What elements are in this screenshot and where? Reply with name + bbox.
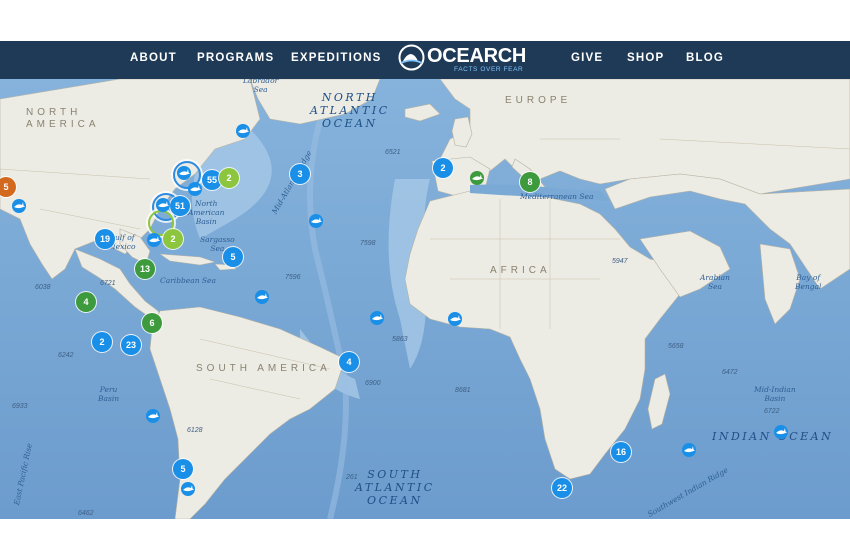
label-caribbean-sea: Caribbean Sea	[160, 276, 216, 285]
cluster-marker[interactable]: 51	[170, 196, 190, 216]
label-indian-ocean: INDIAN OCEAN	[712, 430, 834, 443]
depth-label: 6038	[35, 284, 51, 291]
cluster-marker[interactable]: 3	[290, 164, 310, 184]
label-na-basin: North American Basin	[188, 199, 225, 226]
nav-shop[interactable]: SHOP	[627, 52, 664, 64]
label-africa: AFRICA	[490, 265, 551, 276]
label-mediterranean: Mediterranean Sea	[520, 192, 594, 201]
cluster-marker[interactable]: 13	[135, 259, 155, 279]
depth-label: 6521	[385, 149, 401, 156]
shark-marker-icon[interactable]	[236, 124, 250, 138]
cluster-marker[interactable]: 4	[76, 292, 96, 312]
depth-label: 7598	[360, 240, 376, 247]
nav-blog[interactable]: BLOG	[686, 52, 724, 64]
cluster-marker[interactable]: 2	[163, 229, 183, 249]
label-north-america: NORTH AMERICA	[26, 107, 100, 130]
depth-label: 6242	[58, 352, 74, 359]
label-south-america: SOUTH AMERICA	[196, 363, 331, 374]
shark-fin-logo-icon	[398, 44, 425, 71]
nav-expeditions[interactable]: EXPEDITIONS	[291, 52, 382, 64]
depth-label: 6900	[365, 380, 381, 387]
shark-marker-icon[interactable]	[12, 199, 26, 213]
shark-marker-icon[interactable]	[470, 171, 484, 185]
depth-label: 7596	[285, 274, 301, 281]
nav-programs[interactable]: PROGRAMS	[197, 52, 274, 64]
shark-marker-icon[interactable]	[309, 214, 323, 228]
shark-marker-icon[interactable]	[370, 311, 384, 325]
nav-give[interactable]: GIVE	[571, 52, 603, 64]
top-whitespace	[0, 0, 850, 41]
cluster-marker[interactable]: 22	[552, 478, 572, 498]
label-arabian-sea: Arabian Sea	[700, 273, 730, 291]
label-mid-indian-basin: Mid-Indian Basin	[754, 385, 796, 403]
world-map[interactable]: NORTH ATLANTIC OCEAN SOUTH ATLANTIC OCEA…	[0, 79, 850, 519]
label-peru-basin: Peru Basin	[98, 385, 120, 403]
depth-label: 6722	[764, 408, 780, 415]
cluster-marker[interactable]: 8	[520, 172, 540, 192]
depth-label: 8681	[455, 387, 471, 394]
shark-marker-icon[interactable]	[448, 312, 462, 326]
depth-label: 6462	[78, 510, 94, 517]
logo-tagline: FACTS OVER FEAR	[454, 66, 524, 73]
shark-marker-icon[interactable]	[147, 233, 161, 247]
shark-marker-icon[interactable]	[146, 409, 160, 423]
label-south-atlantic: SOUTH ATLANTIC OCEAN	[355, 468, 435, 507]
nav-about[interactable]: ABOUT	[130, 52, 177, 64]
depth-label: 6128	[187, 427, 203, 434]
shark-marker-icon[interactable]	[255, 290, 269, 304]
cluster-marker[interactable]: 19	[95, 229, 115, 249]
label-labrador-sea: Labrador Sea	[243, 79, 279, 94]
cluster-marker[interactable]: 2	[219, 168, 239, 188]
shark-marker-icon[interactable]	[156, 198, 170, 212]
cluster-marker[interactable]: 16	[611, 442, 631, 462]
label-bay-of-bengal: Bay of Bengal	[795, 273, 822, 291]
ocearch-logo[interactable]: OCEARCH FACTS OVER FEAR	[398, 44, 548, 76]
cluster-marker[interactable]: 5	[223, 247, 243, 267]
depth-label: 6472	[722, 369, 738, 376]
cluster-marker[interactable]: 6	[142, 313, 162, 333]
shark-marker-icon[interactable]	[177, 166, 191, 180]
cluster-marker[interactable]: 23	[121, 335, 141, 355]
bottom-whitespace	[0, 519, 850, 560]
shark-marker-icon[interactable]	[181, 482, 195, 496]
cluster-marker[interactable]: 5	[173, 459, 193, 479]
shark-marker-icon[interactable]	[682, 443, 696, 457]
depth-label: 5947	[612, 258, 628, 265]
label-north-atlantic: NORTH ATLANTIC OCEAN	[310, 91, 390, 130]
shark-marker-icon[interactable]	[774, 425, 788, 439]
logo-wordmark: OCEARCH	[427, 45, 527, 67]
depth-label: 6933	[12, 403, 28, 410]
cluster-marker[interactable]: 4	[339, 352, 359, 372]
shark-marker-icon[interactable]	[188, 182, 202, 196]
map-basemap	[0, 79, 850, 519]
depth-label: 5658	[668, 343, 684, 350]
depth-label: 6721	[100, 280, 116, 287]
depth-label: 5863	[392, 336, 408, 343]
cluster-marker[interactable]: 2	[92, 332, 112, 352]
cluster-marker[interactable]: 2	[433, 158, 453, 178]
depth-label: 261	[346, 474, 358, 481]
label-europe: EUROPE	[505, 95, 572, 106]
